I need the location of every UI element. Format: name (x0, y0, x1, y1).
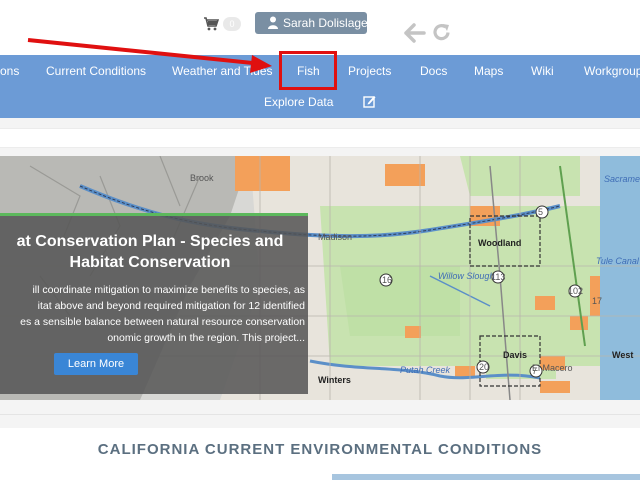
map-label-west: West (612, 350, 634, 360)
map-route-113: 113 (491, 272, 506, 282)
map-route-17: 17 (592, 296, 603, 306)
user-icon (268, 16, 278, 29)
back-arrow-icon[interactable] (404, 23, 426, 43)
spacer-strip (0, 118, 640, 156)
divider-line (0, 414, 640, 415)
map-label-sacramento-river: Sacramento R (604, 174, 640, 184)
map-route-5: 5 (538, 207, 544, 217)
nav-item-projects[interactable]: Projects (348, 63, 391, 79)
map-route-20: 20 (479, 362, 490, 372)
nav-item-explore-data[interactable]: Explore Data (264, 94, 333, 110)
user-name: Sarah Dolislager (283, 16, 372, 30)
hero-title: at Conservation Plan - Species and Habit… (16, 233, 284, 271)
map-route-102: 102 (568, 286, 584, 296)
fish-highlight-box (279, 51, 337, 90)
map-route-7: 7 (532, 366, 538, 376)
map-route-16: 16 (382, 275, 393, 285)
hero-caption-panel: at Conservation Plan - Species and Habit… (0, 213, 308, 394)
edit-icon[interactable] (363, 95, 376, 108)
map-label-woodland: Woodland (478, 238, 522, 248)
user-button[interactable]: Sarah Dolislager (255, 12, 372, 34)
nav-item-maps[interactable]: Maps (474, 63, 503, 79)
map-label-brook: Brook (190, 173, 214, 183)
nav-item-current-conditions[interactable]: Current Conditions (46, 63, 146, 79)
cart-count-badge: 0 (223, 17, 241, 31)
map-label-winters: Winters (318, 375, 351, 385)
section-heading: CALIFORNIA CURRENT ENVIRONMENTAL CONDITI… (97, 441, 543, 458)
shopping-cart-icon[interactable] (203, 16, 219, 32)
cart[interactable]: 0 (203, 16, 241, 32)
section-divider (0, 400, 640, 428)
nav-item-ons[interactable]: ons (0, 63, 19, 79)
map-label-davis: Davis (503, 350, 528, 360)
learn-more-button[interactable]: Learn More (54, 353, 138, 375)
nav-item-weather-and-tides[interactable]: Weather and Tides (172, 63, 273, 79)
map-label-el-macero: El Macero (532, 363, 573, 373)
section-image (332, 474, 640, 480)
top-bar: 0 Sarah Dolislager (0, 0, 640, 55)
map-label-tule-canal: Tule Canal (596, 256, 639, 266)
hero-description: ill coordinate mitigation to maximize be… (20, 284, 305, 344)
map-label-putah-creek: Putah Creek (400, 365, 451, 375)
reload-icon[interactable] (431, 22, 452, 43)
nav-item-wiki[interactable]: Wiki (531, 63, 554, 79)
spacer-bar (0, 128, 640, 148)
nav-item-docs[interactable]: Docs (420, 63, 447, 79)
nav-item-workgroup[interactable]: Workgroup (584, 63, 640, 79)
